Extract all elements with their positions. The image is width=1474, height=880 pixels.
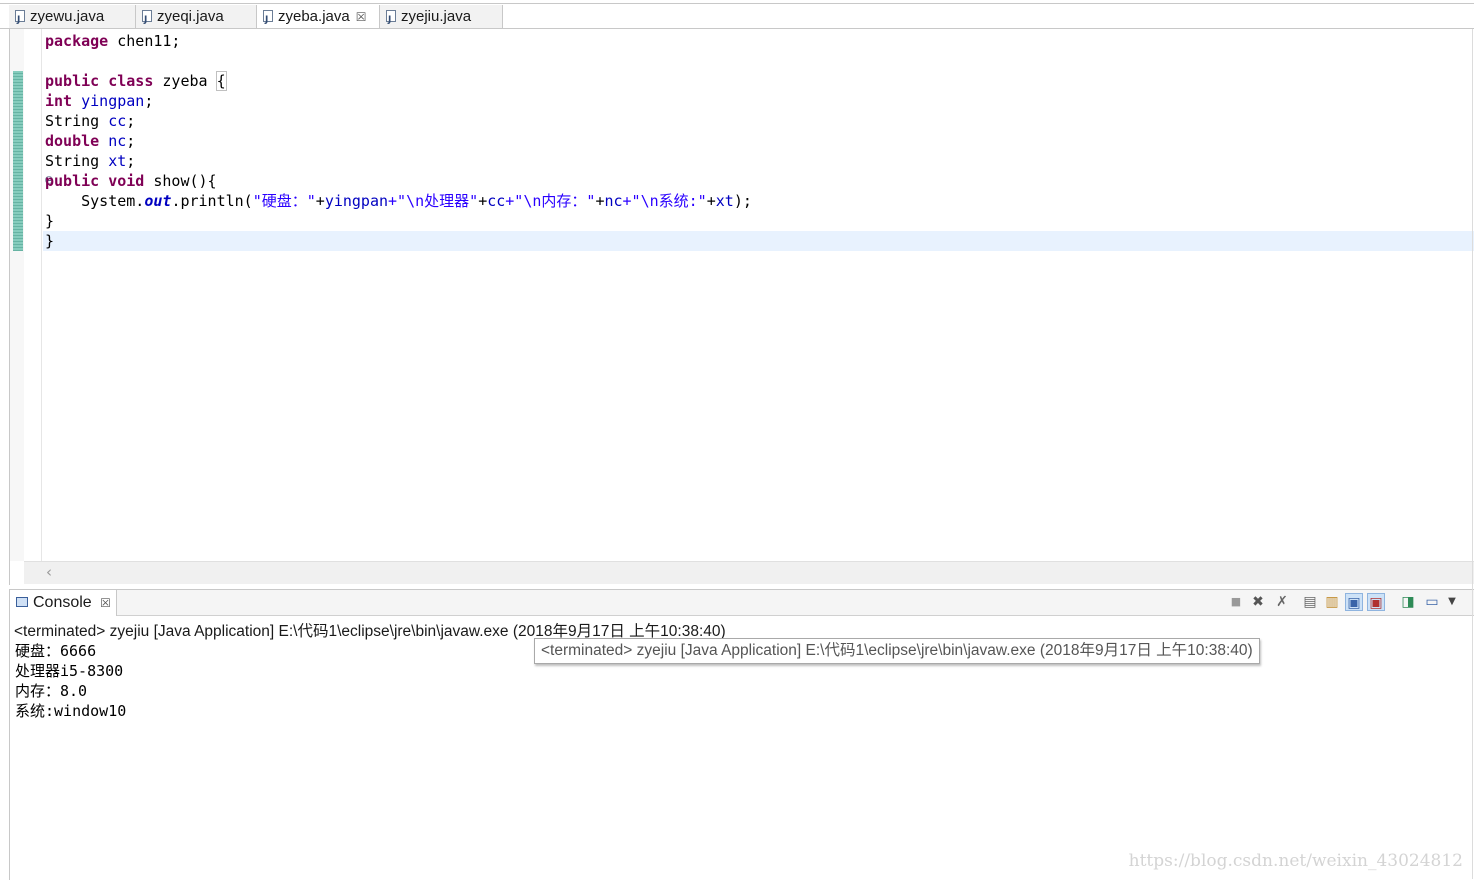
code-line: String xt; [45,152,136,170]
view-menu-icon[interactable]: ▼ [1443,593,1461,611]
show-stdout-icon[interactable]: ▣ [1345,593,1363,611]
console-toolbar: ■ ✖ ✗ ▤ ▥ ▣ ▣ ◨ ▭ ▼ [1227,593,1467,613]
code-area[interactable]: package chen11; public class zyeba { int… [42,29,1474,561]
open-console-icon[interactable]: ▭ [1423,593,1441,611]
code-line: public void show(){ [45,172,217,190]
console-output-line: 硬盘：6666 [15,642,97,660]
java-file-icon [142,9,152,32]
tab-zyeba[interactable]: zyeba.java ☒ [257,5,380,32]
code-line: double nc; [45,132,136,150]
console-view: Console ☒ ■ ✖ ✗ ▤ ▥ ▣ ▣ ◨ ▭ ▼ <terminate… [9,589,1474,880]
tab-zyejiu[interactable]: zyejiu.java [380,5,503,32]
close-icon[interactable]: ☒ [100,596,111,610]
code-editor[interactable]: package chen11; public class zyeba { int… [9,29,1474,585]
console-icon [16,597,28,607]
console-tab-label: Console [33,594,92,611]
horizontal-scrollbar[interactable]: ‹ [24,561,1474,584]
remove-all-icon[interactable]: ✗ [1273,593,1291,611]
console-output-line: 内存：8.0 [15,682,88,700]
clear-console-icon[interactable]: ▤ [1301,593,1319,611]
code-line: System.out.println("硬盘："+yingpan+"\n处理器"… [81,192,752,210]
watermark: https://blog.csdn.net/weixin_43024812 [1128,851,1463,871]
java-file-icon [15,9,25,32]
tab-label: zyewu.java [30,8,105,25]
show-stderr-icon[interactable]: ▣ [1367,593,1385,611]
java-file-icon [386,9,396,32]
tab-console[interactable]: Console ☒ [10,590,117,616]
pin-console-icon[interactable]: ◨ [1399,593,1417,611]
console-output-line: 系统:window10 [15,702,127,720]
editor-tab-bar: zyewu.java zyeqi.java zyeba.java ☒ zyejiu… [0,0,1474,32]
line-number-gutter [24,29,53,561]
vertical-ruler [10,29,24,561]
tab-label: zyeba.java [278,8,350,25]
terminate-icon[interactable]: ■ [1227,593,1245,611]
java-file-icon [263,9,273,32]
console-output-line: 处理器i5-8300 [15,662,124,680]
code-line: } [45,212,55,230]
code-line: String cc; [45,112,136,130]
tab-label: zyejiu.java [401,8,472,25]
code-line: public class zyeba { [45,71,227,91]
code-line: package chen11; [45,32,181,50]
bracket-match: { [215,71,227,91]
quick-diff-bar [13,71,23,251]
divider [0,3,1474,4]
console-tab-bar: Console ☒ ■ ✖ ✗ ▤ ▥ ▣ ▣ ◨ ▭ ▼ [10,590,1474,616]
tab-label: zyeqi.java [157,8,224,25]
close-icon[interactable]: ☒ [356,10,367,24]
tab-zyewu[interactable]: zyewu.java [9,5,136,32]
code-line: } [45,232,55,250]
divider [1472,29,1473,879]
scroll-left-icon[interactable]: ‹ [46,563,52,581]
remove-launch-icon[interactable]: ✖ [1249,593,1267,611]
tooltip: <terminated> zyejiu [Java Application] E… [534,638,1260,664]
tab-zyeqi[interactable]: zyeqi.java [136,5,257,32]
scroll-lock-icon[interactable]: ▥ [1323,593,1341,611]
code-line: int yingpan; [45,92,154,110]
